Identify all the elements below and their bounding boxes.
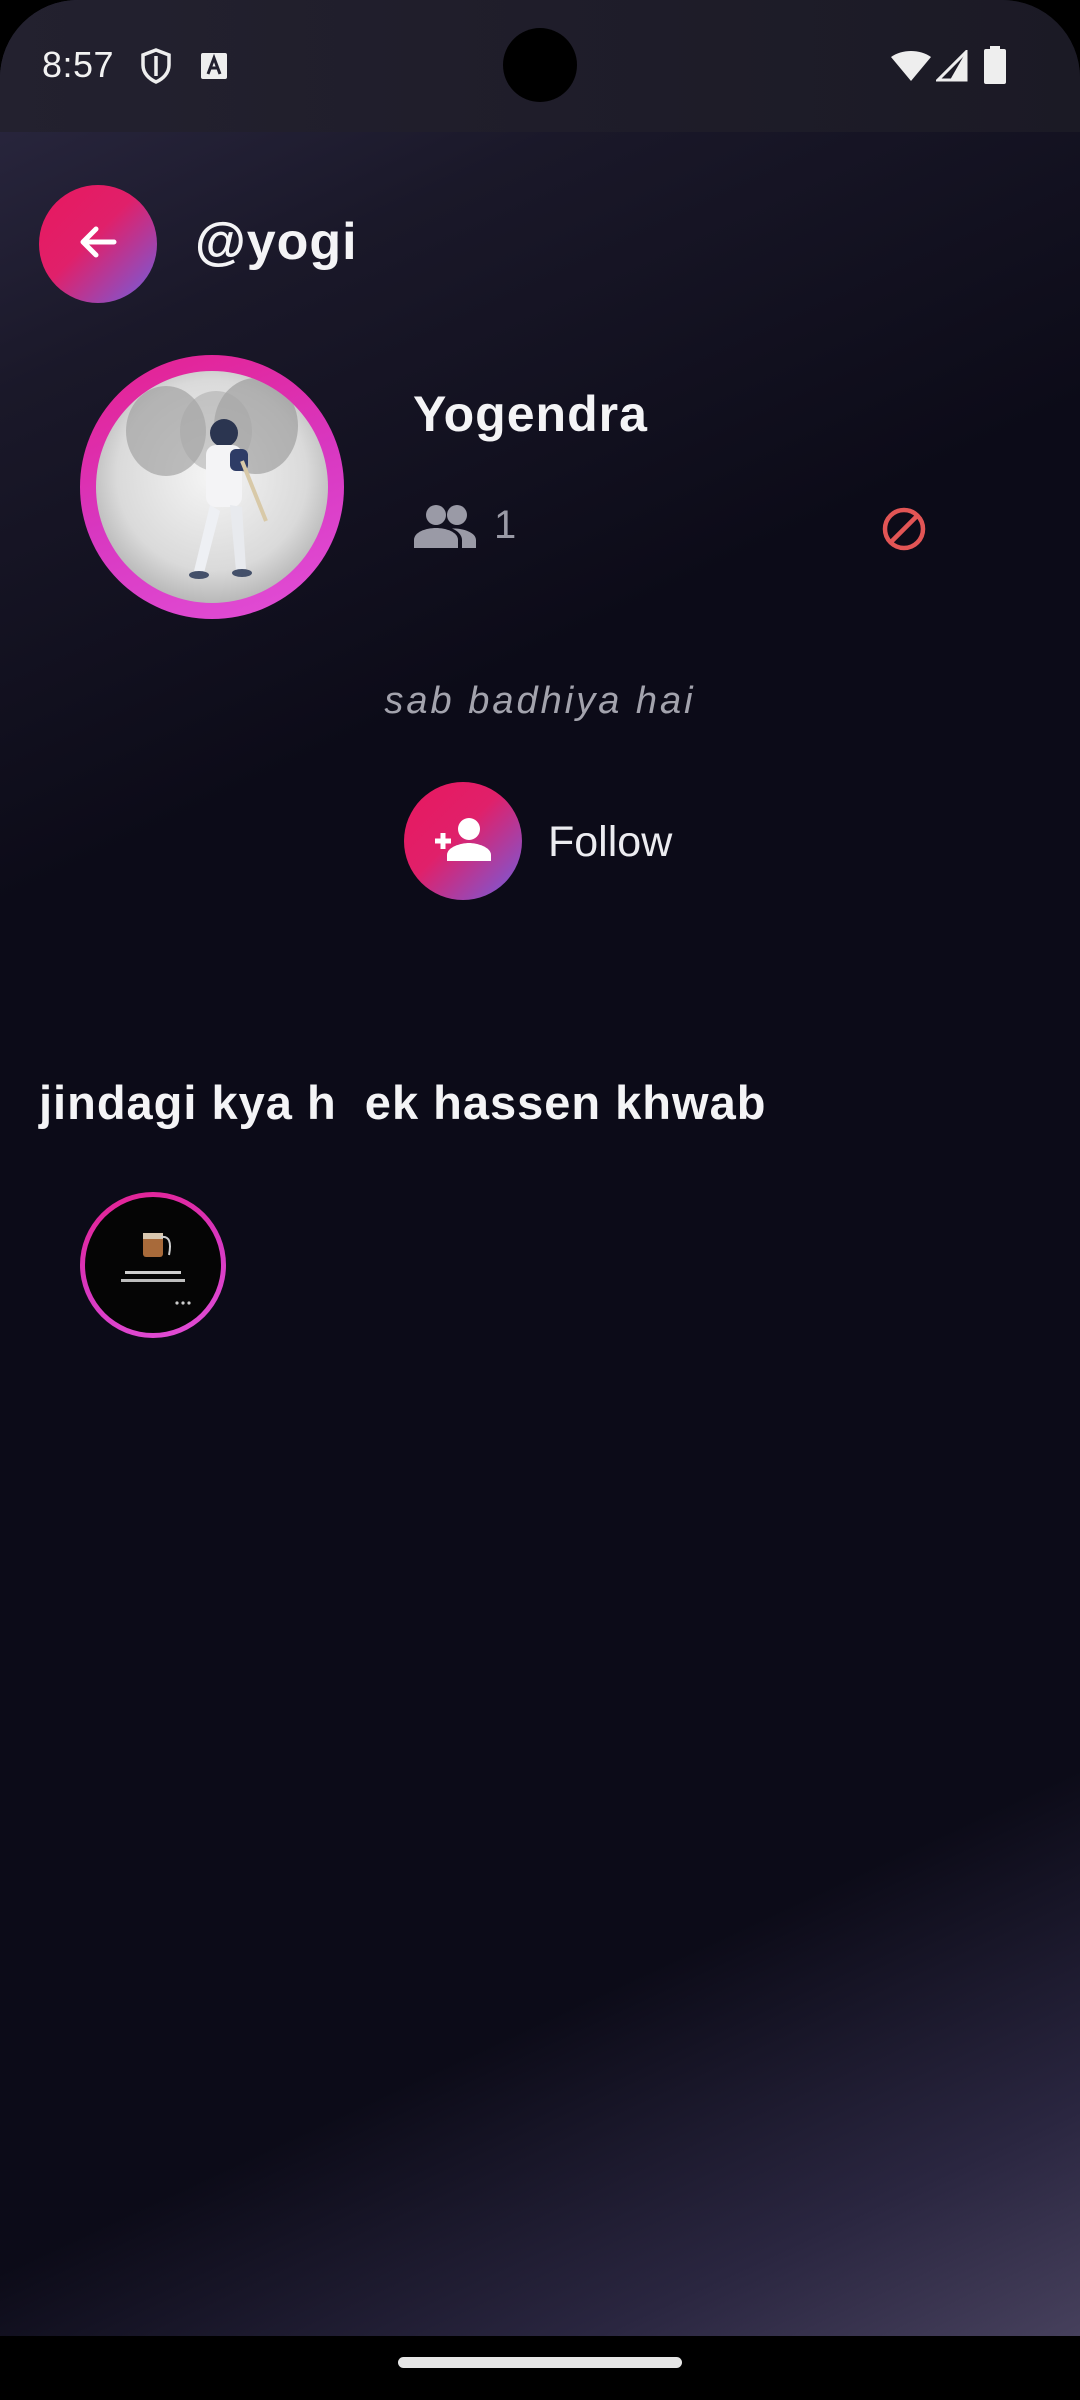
follow-button[interactable] — [404, 782, 522, 900]
profile-screen: 8:57 @yogi Yogendra 1 sab badhiya hai Fo… — [0, 0, 1080, 2336]
follow-label[interactable]: Follow — [548, 818, 672, 867]
profile-bio: sab badhiya hai — [384, 680, 696, 722]
people-icon — [412, 504, 478, 555]
person-add-icon — [431, 817, 495, 866]
story-thumbnail[interactable] — [80, 1192, 226, 1338]
status-bar: 8:57 — [0, 0, 1080, 132]
avatar — [96, 371, 328, 603]
block-icon[interactable] — [880, 505, 928, 558]
story-image — [85, 1197, 221, 1333]
keyboard-a-icon — [200, 52, 228, 85]
front-camera — [503, 28, 577, 102]
friends-count: 1 — [494, 503, 517, 547]
arrow-left-icon — [74, 218, 122, 271]
battery-icon — [984, 46, 1006, 89]
back-button[interactable] — [39, 185, 157, 303]
profile-handle: @yogi — [195, 213, 358, 271]
wifi-icon — [890, 50, 932, 87]
shield-icon — [140, 48, 172, 89]
signal-icon — [934, 48, 968, 87]
highlights-title: jindagi kya h ek hassen khwab — [39, 1076, 767, 1129]
home-indicator[interactable] — [398, 2357, 682, 2368]
status-time: 8:57 — [42, 44, 115, 85]
profile-name: Yogendra — [413, 386, 648, 442]
profile-avatar[interactable] — [80, 355, 344, 619]
